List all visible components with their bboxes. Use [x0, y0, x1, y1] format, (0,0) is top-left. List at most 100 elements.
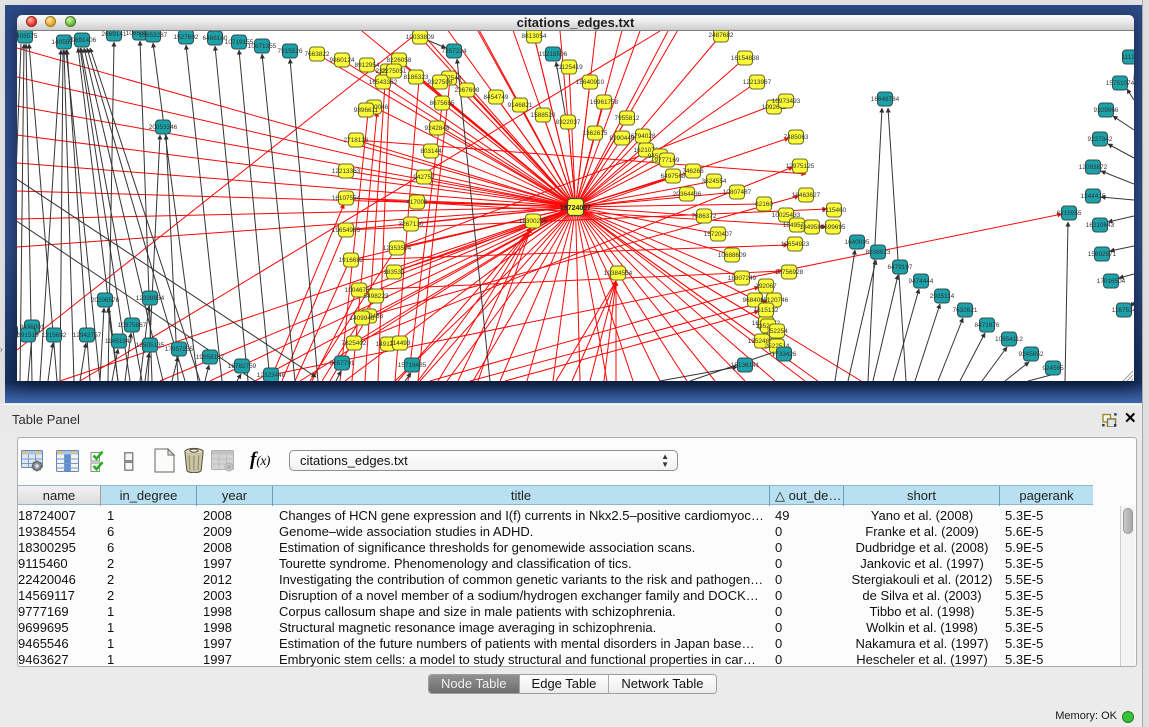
svg-text:8471676: 8471676: [975, 322, 1000, 329]
svg-text:10807487: 10807487: [723, 189, 752, 196]
svg-text:16648784: 16648784: [871, 96, 900, 103]
svg-text:20053346: 20053346: [149, 124, 178, 131]
svg-text:7625402: 7625402: [342, 340, 367, 347]
svg-text:1916682: 1916682: [339, 257, 364, 264]
svg-text:1615132: 1615132: [754, 307, 779, 314]
svg-text:8675685: 8675685: [430, 100, 455, 107]
svg-text:12093872: 12093872: [1079, 164, 1108, 171]
svg-text:12942757: 12942757: [73, 332, 102, 339]
svg-text:18463627: 18463627: [792, 192, 821, 199]
svg-text:12339934: 12339934: [136, 295, 165, 302]
svg-text:10688609: 10688609: [718, 252, 747, 259]
svg-text:18807249: 18807249: [728, 275, 757, 282]
svg-text:9245652: 9245652: [1019, 351, 1044, 358]
svg-text:15692971: 15692971: [1088, 251, 1117, 258]
svg-text:9329966: 9329966: [1094, 107, 1119, 114]
svg-text:12505135: 12505135: [136, 342, 165, 349]
svg-text:12213967: 12213967: [743, 79, 772, 86]
svg-text:803144: 803144: [420, 148, 442, 155]
svg-text:8938923: 8938923: [866, 249, 891, 256]
svg-text:12975125: 12975125: [786, 163, 815, 170]
svg-text:10033809: 10033809: [406, 34, 435, 41]
svg-text:18724007: 18724007: [560, 205, 591, 212]
svg-text:10653287: 10653287: [139, 32, 168, 39]
svg-text:8226058: 8226058: [387, 57, 412, 64]
svg-text:9896611: 9896611: [354, 107, 379, 114]
svg-text:2487682: 2487682: [709, 32, 734, 39]
svg-text:11451947: 11451947: [105, 338, 133, 345]
svg-text:7955812: 7955812: [615, 115, 640, 122]
svg-text:20691406: 20691406: [68, 37, 97, 44]
svg-text:2935114: 2935114: [930, 293, 955, 300]
svg-text:11125419: 11125419: [555, 64, 583, 71]
svg-text:1405575: 1405575: [17, 33, 38, 40]
svg-text:1588520: 1588520: [531, 112, 556, 119]
svg-text:1244415: 1244415: [1081, 193, 1106, 200]
svg-text:62160: 62160: [755, 201, 773, 208]
svg-text:252254: 252254: [766, 328, 788, 335]
svg-text:9860124: 9860124: [330, 57, 355, 64]
svg-text:2718126: 2718126: [344, 137, 369, 144]
svg-text:1362615: 1362615: [583, 130, 608, 137]
svg-text:17957255: 17957255: [165, 346, 194, 353]
svg-text:6479197: 6479197: [888, 264, 913, 271]
svg-text:9115460: 9115460: [822, 207, 847, 214]
svg-text:1527602: 1527602: [174, 34, 199, 41]
svg-text:192067: 192067: [755, 283, 777, 290]
svg-text:417006: 417006: [406, 199, 428, 206]
svg-text:15720407: 15720407: [704, 231, 733, 238]
svg-text:7663822: 7663822: [305, 51, 330, 58]
svg-text:2275051: 2275051: [382, 68, 407, 75]
svg-text:19654923: 19654923: [781, 241, 810, 248]
svg-text:15751074: 15751074: [1106, 80, 1134, 87]
svg-text:7886372: 7886372: [692, 213, 717, 220]
svg-text:12323446: 12323446: [257, 372, 286, 379]
svg-text:10654112: 10654112: [995, 336, 1023, 343]
svg-text:7485063: 7485063: [784, 134, 809, 141]
svg-text:3267130: 3267130: [399, 221, 424, 228]
svg-text:8813054: 8813054: [522, 33, 547, 40]
svg-text:20206576: 20206576: [91, 297, 120, 304]
svg-text:6497568: 6497568: [661, 173, 686, 180]
svg-text:10975867: 10975867: [118, 322, 147, 329]
svg-text:9327508: 9327508: [428, 79, 453, 86]
svg-text:942752: 942752: [413, 174, 435, 181]
svg-text:9699695: 9699695: [821, 224, 846, 231]
svg-text:10756928: 10756928: [775, 269, 804, 276]
svg-text:9227342: 9227342: [1088, 136, 1113, 143]
svg-text:6794028: 6794028: [631, 133, 656, 140]
svg-text:8322037: 8322037: [556, 119, 581, 126]
svg-text:8454749: 8454749: [484, 94, 509, 101]
svg-text:7632621: 7632621: [953, 307, 978, 314]
svg-text:9474444: 9474444: [909, 278, 934, 285]
svg-text:16782759: 16782759: [228, 363, 257, 370]
svg-text:11125: 11125: [1122, 54, 1134, 61]
svg-text:746266: 746266: [682, 168, 704, 175]
svg-text:5498223: 5498223: [364, 293, 389, 300]
svg-text:1215682: 1215682: [42, 332, 67, 339]
svg-text:12213363: 12213363: [332, 168, 361, 175]
svg-text:19654985: 19654985: [332, 227, 361, 234]
svg-text:2367608: 2367608: [455, 87, 480, 94]
svg-text:16210643: 16210643: [1086, 222, 1115, 229]
svg-text:9657791: 9657791: [330, 360, 355, 367]
svg-text:19958157: 19958157: [196, 354, 225, 361]
svg-text:183533: 183533: [383, 269, 405, 276]
svg-text:1409948: 1409948: [350, 315, 375, 322]
svg-text:3624554: 3624554: [702, 178, 727, 185]
svg-text:1167534: 1167534: [1112, 307, 1134, 314]
svg-text:7357224: 7357224: [442, 48, 467, 55]
svg-text:16154838: 16154838: [731, 55, 760, 62]
svg-text:1733426: 1733426: [772, 351, 797, 358]
svg-text:8186323: 8186323: [404, 74, 429, 81]
svg-text:19384554: 19384554: [604, 270, 633, 277]
svg-text:15136141: 15136141: [731, 362, 760, 369]
svg-text:7515526: 7515526: [278, 48, 303, 55]
svg-text:16107554: 16107554: [332, 195, 361, 202]
svg-text:8215955: 8215955: [1057, 210, 1082, 217]
svg-text:9146821: 9146821: [508, 102, 533, 109]
svg-text:17016504: 17016504: [1097, 278, 1126, 285]
svg-text:16543362: 16543362: [369, 79, 398, 86]
svg-text:2669141: 2669141: [102, 31, 127, 38]
svg-text:18640910: 18640910: [576, 79, 605, 86]
